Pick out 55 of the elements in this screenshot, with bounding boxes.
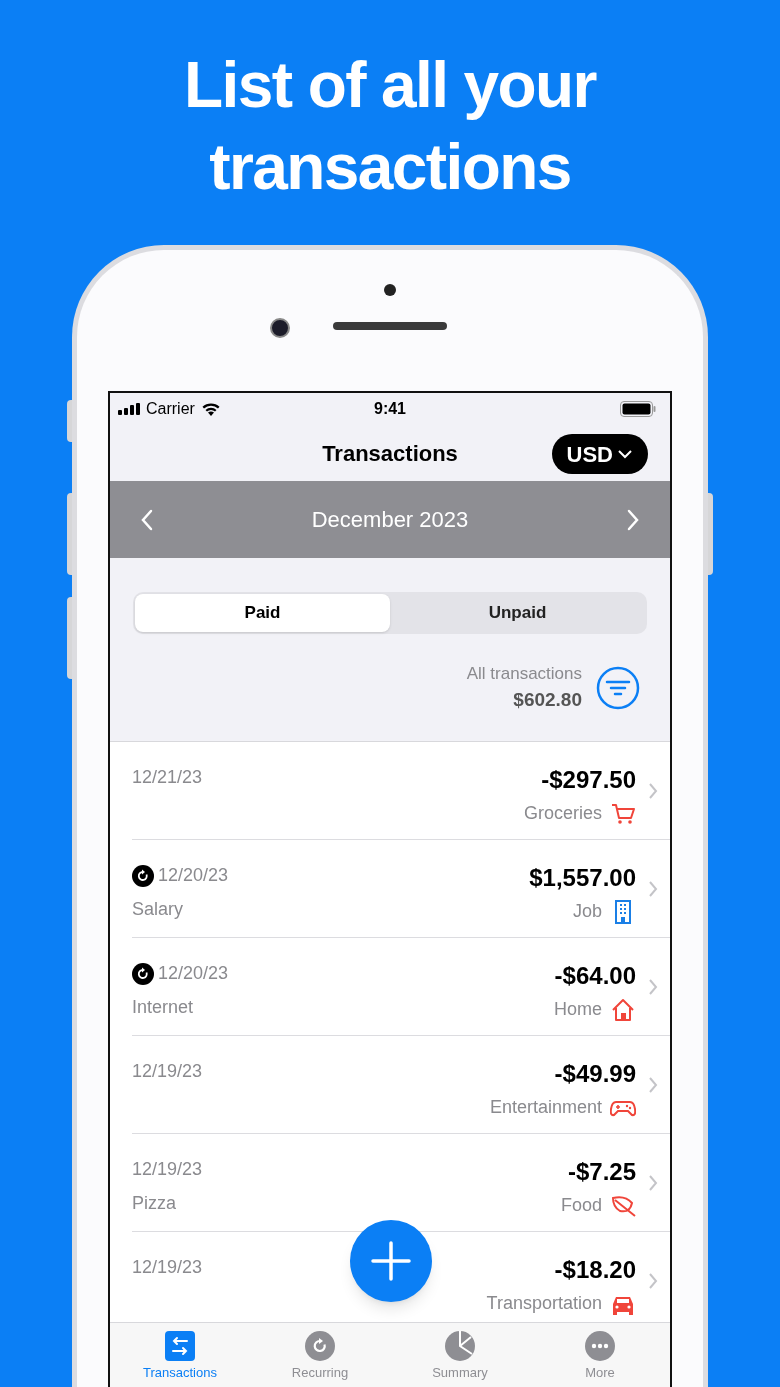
transaction-date: 12/20/23 (158, 962, 229, 985)
category-label: Home (554, 998, 602, 1021)
chevron-right-icon (648, 1173, 658, 1192)
transaction-row[interactable]: 12/21/23 -$297.50 Groceries (132, 742, 670, 840)
headline: List of all your transactions (183, 48, 598, 205)
chevron-right-icon (648, 879, 658, 898)
transaction-date: 12/21/23 (132, 766, 203, 789)
transaction-note: Internet (132, 996, 195, 1019)
signal-icon (118, 403, 140, 415)
transaction-amount: -$18.20 (554, 1255, 636, 1285)
battery-icon (620, 401, 656, 417)
transaction-amount: -$7.25 (567, 1157, 636, 1187)
chevron-right-icon (648, 781, 658, 800)
transaction-row[interactable]: 12/19/23 -$49.99 Entertainment (132, 1036, 670, 1134)
plus-icon (371, 1241, 411, 1281)
camera (270, 318, 290, 338)
category-label: Entertainment (489, 1096, 602, 1119)
transaction-amount: -$64.00 (554, 961, 636, 991)
chevron-right-icon (648, 1271, 658, 1290)
wifi-icon (200, 402, 221, 416)
currency-button[interactable]: USD (551, 434, 648, 474)
segment-tab[interactable]: Paid (135, 594, 390, 632)
transaction-note: Salary (132, 898, 185, 921)
transaction-date: 12/19/23 (132, 1060, 203, 1083)
summary-label: All transactions (466, 662, 582, 685)
next-month-button[interactable] (626, 508, 640, 531)
transaction-amount: -$49.99 (554, 1059, 636, 1089)
chevron-right-icon (648, 1075, 658, 1094)
category-label: Food (560, 1194, 602, 1217)
pie-chart-icon (445, 1331, 475, 1361)
summary-total: $602.80 (513, 688, 582, 712)
filter-button[interactable] (596, 665, 640, 710)
screen-title: Transactions (322, 439, 458, 468)
tab-bar-item[interactable]: Transactions (110, 1323, 250, 1387)
transaction-date: 12/20/23 (158, 864, 229, 887)
clock-time: 9:41 (374, 399, 406, 419)
repeat-icon (305, 1331, 335, 1361)
transaction-amount: -$297.50 (541, 765, 636, 795)
chevron-right-icon (648, 977, 658, 996)
chevron-down-icon (617, 449, 633, 459)
month-label: December 2023 (311, 506, 469, 534)
transaction-row[interactable]: 12/20/23 Internet -$64.00 Home (132, 938, 670, 1036)
transaction-amount: $1,557.00 (529, 863, 636, 893)
previous-month-button[interactable] (140, 508, 154, 531)
carrier-label: Carrier (146, 399, 195, 419)
category-label: Job (572, 900, 602, 923)
segment-tab[interactable]: Unpaid (390, 594, 645, 632)
more-icon (585, 1331, 615, 1361)
transaction-date: 12/19/23 (132, 1256, 203, 1279)
transfer-arrows-icon (165, 1331, 195, 1361)
category-label: Groceries (523, 802, 602, 825)
transaction-date: 12/19/23 (132, 1158, 203, 1181)
transaction-row[interactable]: 12/20/23 Salary $1,557.00 Job (132, 840, 670, 938)
category-label: Transportation (486, 1292, 602, 1315)
transaction-note: Pizza (132, 1192, 177, 1215)
